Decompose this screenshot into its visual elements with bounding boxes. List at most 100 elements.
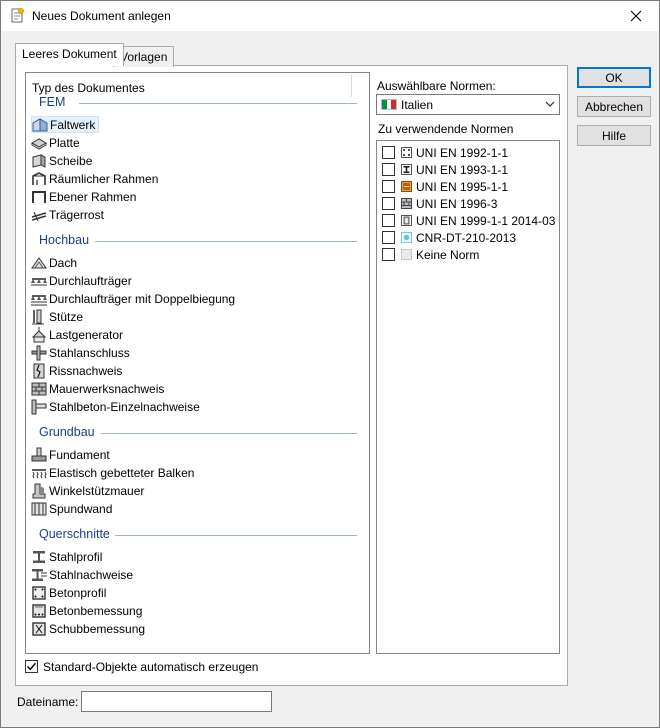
doc-type-item[interactable]: Rissnachweis — [31, 362, 125, 379]
doc-type-item[interactable]: Ebener Rahmen — [31, 188, 139, 205]
header-separator — [351, 75, 352, 97]
doc-type-label: Spundwand — [49, 501, 113, 516]
document-type-list[interactable]: Typ des Dokumentes FEM Faltwerk Platte Sche… — [25, 72, 370, 654]
norm-checkbox[interactable] — [382, 180, 395, 193]
title-bar: Neues Dokument anlegen — [1, 1, 659, 31]
filename-label: Dateiname: — [17, 695, 79, 709]
auto-create-label: Standard-Objekte automatisch erzeugen — [43, 660, 259, 674]
norm-item[interactable]: UNI EN 1999-1-1 2014-03 — [382, 212, 555, 229]
continuous-beam-icon — [31, 273, 47, 289]
norm-item[interactable]: CNR-DT-210-2013 — [382, 229, 516, 246]
window-title: Neues Dokument anlegen — [32, 9, 171, 23]
plane-frame-icon — [31, 189, 47, 205]
doc-type-item[interactable]: Scheibe — [31, 152, 95, 169]
doc-type-item[interactable]: Elastisch gebetteter Balken — [31, 464, 197, 481]
group-divider — [95, 241, 357, 242]
norm-item[interactable]: Keine Norm — [382, 246, 479, 263]
doc-type-item[interactable]: Durchlaufträger — [31, 272, 135, 289]
chevron-down-icon — [545, 100, 555, 108]
column-icon — [31, 309, 47, 325]
doc-type-item[interactable]: Schubbemessung — [31, 620, 148, 637]
doc-type-label: Stahlprofil — [49, 549, 103, 564]
biaxial-beam-icon — [31, 291, 47, 307]
doc-type-item[interactable]: Spundwand — [31, 500, 115, 517]
doc-type-item[interactable]: Dach — [31, 254, 80, 271]
load-generator-icon — [31, 326, 47, 343]
steel-profile-icon — [31, 549, 47, 565]
norm-checkbox[interactable] — [382, 248, 395, 261]
close-button[interactable] — [621, 4, 651, 28]
masonry-icon — [31, 381, 47, 397]
doc-type-label: Stütze — [49, 309, 84, 324]
doc-type-item[interactable]: Fundament — [31, 446, 113, 463]
doc-type-item[interactable]: Stahlbeton-Einzelnachweise — [31, 398, 203, 415]
crack-check-icon — [31, 363, 47, 379]
norm-label: Keine Norm — [416, 247, 480, 262]
norm-label: CNR-DT-210-2013 — [416, 230, 517, 245]
concrete-design-icon — [31, 603, 47, 619]
timber-norm-icon — [401, 181, 412, 192]
doc-type-label: Schubbemessung — [49, 621, 146, 636]
doc-type-item[interactable]: Stahlprofil — [31, 548, 105, 565]
doc-type-item[interactable]: Trägerrost — [31, 206, 107, 223]
doc-type-item[interactable]: Durchlaufträger mit Doppelbiegung — [31, 290, 238, 307]
filename-input[interactable] — [81, 691, 272, 712]
doc-type-item[interactable]: Betonprofil — [31, 584, 109, 601]
norm-label: UNI EN 1995-1-1 — [416, 179, 509, 194]
doc-type-label: Durchlaufträger mit Doppelbiegung — [49, 291, 236, 306]
sheet-pile-icon — [31, 501, 47, 517]
norm-label: UNI EN 1993-1-1 — [416, 162, 509, 177]
checkmark-icon — [27, 662, 37, 671]
doc-type-item[interactable]: Stahlanschluss — [31, 344, 133, 361]
norm-label: UNI EN 1996-3 — [416, 196, 498, 211]
doc-type-item[interactable]: Betonbemessung — [31, 602, 145, 619]
doc-type-item[interactable]: Faltwerk — [31, 116, 100, 133]
norm-checkbox[interactable] — [382, 146, 395, 159]
norm-item[interactable]: UNI EN 1992-1-1 — [382, 144, 508, 161]
help-button[interactable]: Hilfe — [577, 125, 651, 146]
roof-icon — [31, 255, 47, 271]
plate-icon — [31, 135, 47, 151]
norm-label: UNI EN 1999-1-1 2014-03 — [416, 213, 556, 228]
norm-checkbox[interactable] — [382, 214, 395, 227]
doc-type-item[interactable]: Räumlicher Rahmen — [31, 170, 161, 187]
doc-type-label: Lastgenerator — [49, 327, 124, 342]
norm-item[interactable]: UNI EN 1996-3 — [382, 195, 497, 212]
rc-check-icon — [31, 399, 47, 415]
norm-list: UNI EN 1992-1-1 UNI EN 1993-1-1 UNI EN 199… — [376, 140, 560, 654]
tab-leeres-dokument[interactable]: Leeres Dokument — [15, 43, 124, 66]
shear-design-icon — [31, 621, 47, 637]
doc-type-label: Winkelstützmauer — [49, 483, 145, 498]
country-select[interactable]: Italien — [376, 94, 560, 115]
doc-type-item[interactable]: Winkelstützmauer — [31, 482, 147, 499]
aluminium-norm-icon — [401, 215, 412, 226]
doc-type-item[interactable]: Stahlnachweise — [31, 566, 136, 583]
masonry-norm-icon — [401, 198, 412, 209]
norm-checkbox[interactable] — [382, 197, 395, 210]
group-divider — [115, 535, 357, 536]
doc-type-label: Räumlicher Rahmen — [49, 171, 159, 186]
foundation-icon — [31, 447, 47, 463]
doc-type-label: Stahlnachweise — [49, 567, 134, 582]
ok-button[interactable]: OK — [577, 67, 651, 88]
norm-checkbox[interactable] — [382, 163, 395, 176]
doc-type-item[interactable]: Stütze — [31, 308, 86, 325]
doc-type-label: Durchlaufträger — [49, 273, 132, 288]
norm-checkbox[interactable] — [382, 231, 395, 244]
doc-type-label: Rissnachweis — [49, 363, 123, 378]
country-select-value: Italien — [401, 97, 434, 112]
doc-type-label: Platte — [49, 135, 80, 150]
doc-type-item[interactable]: Platte — [31, 134, 83, 151]
used-norms-label: Zu verwendende Normen — [378, 122, 514, 136]
doc-type-item[interactable]: Mauerwerksnachweis — [31, 380, 167, 397]
norm-item[interactable]: UNI EN 1995-1-1 — [382, 178, 508, 195]
folded-plate-icon — [32, 117, 48, 133]
dialog-window: Neues Dokument anlegen Leeres Dokument V… — [0, 0, 660, 728]
group-divider — [101, 433, 357, 434]
doc-type-label: Elastisch gebetteter Balken — [49, 465, 195, 480]
doc-type-item[interactable]: Lastgenerator — [31, 326, 126, 343]
cancel-button[interactable]: Abbrechen — [577, 96, 651, 117]
norm-item[interactable]: UNI EN 1993-1-1 — [382, 161, 508, 178]
auto-create-checkbox[interactable] — [25, 660, 38, 673]
doc-type-label: Ebener Rahmen — [49, 189, 137, 204]
